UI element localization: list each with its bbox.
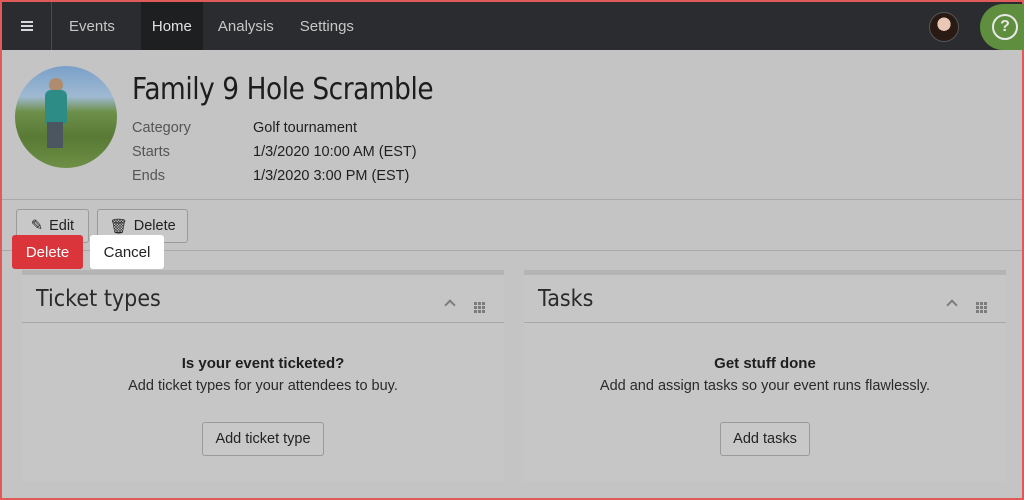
chevron-up-icon[interactable] [444, 297, 456, 312]
detail-value: Golf tournament [253, 120, 357, 136]
user-avatar[interactable] [929, 12, 959, 42]
question-circle-icon: ? [992, 14, 1018, 40]
trash-icon: 🗑 [109, 218, 128, 235]
pencil-icon: ✎ [30, 218, 44, 234]
detail-value: 1/3/2020 3:00 PM (EST) [253, 168, 410, 184]
chevron-up-icon[interactable] [946, 297, 958, 312]
card-headline: Is your event ticketed? [181, 355, 345, 372]
card-headline: Get stuff done [714, 355, 816, 372]
card-text: Add and assign tasks so your event runs … [599, 378, 931, 394]
detail-category: Category Golf tournament [132, 120, 357, 136]
help-button[interactable]: ? [980, 4, 1024, 50]
hamburger-icon[interactable] [2, 2, 52, 50]
detail-ends: Ends 1/3/2020 3:00 PM (EST) [132, 168, 409, 184]
event-title: Family 9 Hole Scramble [132, 72, 434, 107]
card-header: Tasks [524, 275, 1006, 323]
detail-label: Ends [132, 168, 166, 184]
detail-label: Category [132, 120, 191, 136]
delete-label: Delete [133, 218, 176, 234]
edit-label: Edit [49, 218, 75, 234]
event-photo [15, 66, 117, 168]
nav-events[interactable]: Events [58, 2, 126, 50]
nav-analysis[interactable]: Analysis [207, 2, 285, 50]
card-text: Add ticket types for your attendees to b… [128, 378, 398, 394]
card-title: Ticket types [36, 285, 161, 312]
confirm-delete-button[interactable]: Delete [12, 235, 83, 269]
grid-handle-icon[interactable] [474, 293, 485, 313]
add-tasks-button[interactable]: Add tasks [720, 422, 810, 456]
card-header: Ticket types [22, 275, 504, 323]
nav-home[interactable]: Home [140, 2, 203, 50]
nav-settings[interactable]: Settings [289, 2, 365, 50]
card-body: Get stuff done Add and assign tasks so y… [524, 323, 1006, 456]
confirm-cancel-button[interactable]: Cancel [90, 235, 164, 269]
ticket-types-card: Ticket types Is your event ticketed? Add… [22, 270, 504, 482]
detail-starts: Starts 1/3/2020 10:00 AM (EST) [132, 144, 417, 160]
card-body: Is your event ticketed? Add ticket types… [22, 323, 504, 456]
add-ticket-type-button[interactable]: Add ticket type [202, 422, 324, 456]
tasks-card: Tasks Get stuff done Add and assign task… [524, 270, 1006, 482]
detail-value: 1/3/2020 10:00 AM (EST) [253, 144, 417, 160]
card-title: Tasks [538, 285, 594, 312]
detail-label: Starts [132, 144, 170, 160]
top-nav: Events Home Analysis Settings [2, 2, 1022, 50]
header-divider [2, 199, 1022, 200]
grid-handle-icon[interactable] [976, 293, 987, 313]
